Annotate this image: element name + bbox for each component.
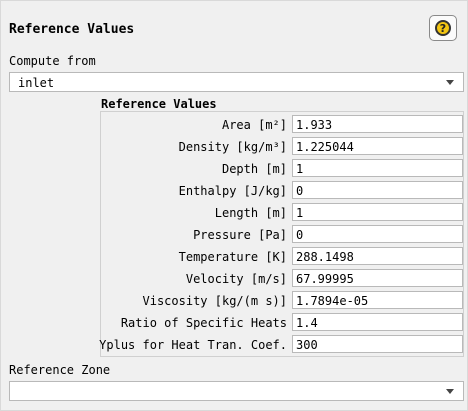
temperature-label: Temperature [K] <box>178 250 287 264</box>
temperature-value: 288.1498 <box>296 250 354 264</box>
help-button[interactable]: ? <box>429 15 457 41</box>
ratio-specific-heats-value: 1.4 <box>296 316 318 330</box>
compute-from-dropdown[interactable]: inlet <box>9 72 464 92</box>
row-velocity: Velocity [m/s] 67.99995 <box>101 269 464 289</box>
yplus-heat-tran-label: Yplus for Heat Tran. Coef. <box>99 338 287 352</box>
pressure-value: 0 <box>296 228 304 242</box>
velocity-label: Velocity [m/s] <box>185 272 287 286</box>
row-ratio-specific-heats: Ratio of Specific Heats 1.4 <box>101 313 464 333</box>
row-area: Area [m²] 1.933 <box>101 115 464 135</box>
ratio-specific-heats-field[interactable]: 1.4 <box>292 313 463 331</box>
enthalpy-field[interactable]: 0 <box>292 181 463 199</box>
panel-title: Reference Values <box>9 22 135 37</box>
ratio-specific-heats-label: Ratio of Specific Heats <box>120 316 287 330</box>
chevron-down-icon <box>446 80 454 85</box>
yplus-heat-tran-field[interactable]: 300 <box>292 335 463 353</box>
area-value: 1.933 <box>296 118 333 132</box>
enthalpy-label: Enthalpy [J/kg] <box>178 184 287 198</box>
viscosity-label: Viscosity [kg/(m s)] <box>142 294 288 308</box>
length-field[interactable]: 1 <box>292 203 463 221</box>
row-depth: Depth [m] 1 <box>101 159 464 179</box>
reference-zone-label: Reference Zone <box>9 363 111 377</box>
velocity-value: 67.99995 <box>296 272 354 286</box>
velocity-field[interactable]: 67.99995 <box>292 269 463 287</box>
chevron-down-icon <box>446 389 454 394</box>
row-yplus-heat-tran: Yplus for Heat Tran. Coef. 300 <box>99 335 464 355</box>
compute-from-value: inlet <box>18 76 55 90</box>
length-value: 1 <box>296 206 304 220</box>
row-density: Density [kg/m³] 1.225044 <box>101 137 464 157</box>
row-temperature: Temperature [K] 288.1498 <box>101 247 464 267</box>
viscosity-value: 1.7894e-05 <box>296 294 369 308</box>
length-label: Length [m] <box>214 206 287 220</box>
density-value: 1.225044 <box>296 140 354 154</box>
reference-zone-dropdown[interactable] <box>9 381 464 401</box>
row-pressure: Pressure [Pa] 0 <box>101 225 464 245</box>
pressure-field[interactable]: 0 <box>292 225 463 243</box>
depth-field[interactable]: 1 <box>292 159 463 177</box>
yplus-heat-tran-value: 300 <box>296 338 318 352</box>
row-enthalpy: Enthalpy [J/kg] 0 <box>101 181 464 201</box>
depth-value: 1 <box>296 162 304 176</box>
row-length: Length [m] 1 <box>101 203 464 223</box>
density-label: Density [kg/m³] <box>178 140 287 154</box>
pressure-label: Pressure [Pa] <box>193 228 287 242</box>
row-viscosity: Viscosity [kg/(m s)] 1.7894e-05 <box>101 291 464 311</box>
compute-from-label: Compute from <box>9 54 96 68</box>
area-label: Area [m²] <box>221 118 287 132</box>
depth-label: Depth [m] <box>221 162 287 176</box>
reference-values-group-title: Reference Values <box>101 97 217 111</box>
temperature-field[interactable]: 288.1498 <box>292 247 463 265</box>
viscosity-field[interactable]: 1.7894e-05 <box>292 291 463 309</box>
enthalpy-value: 0 <box>296 184 304 198</box>
question-mark-icon: ? <box>435 20 451 36</box>
density-field[interactable]: 1.225044 <box>292 137 463 155</box>
area-field[interactable]: 1.933 <box>292 115 463 133</box>
